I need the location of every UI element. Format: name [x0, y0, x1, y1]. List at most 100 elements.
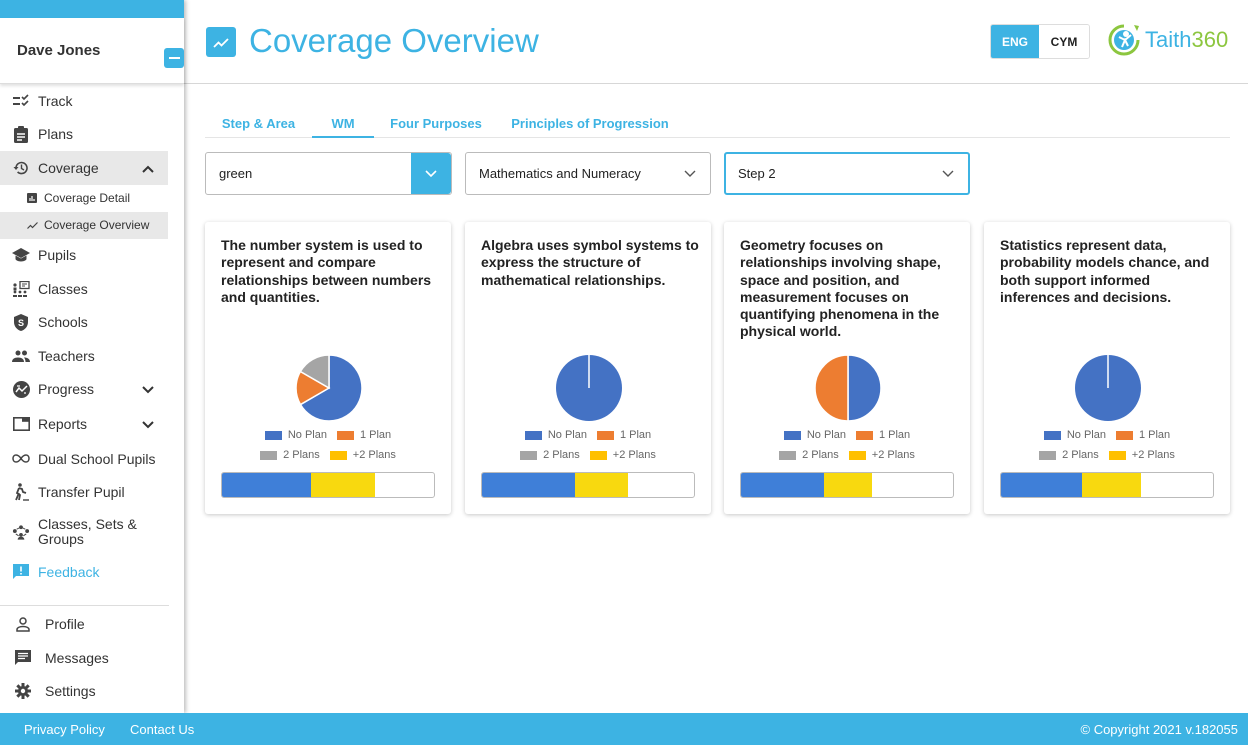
sidebar-item-teachers[interactable]: Teachers	[0, 339, 168, 373]
gear-icon	[14, 682, 32, 700]
sidebar-item-schools[interactable]: S Schools	[0, 306, 168, 340]
legend-row: 2 Plans +2 Plans	[984, 449, 1230, 461]
tab-wm[interactable]: WM	[312, 108, 374, 138]
sidebar-item-plans[interactable]: Plans	[0, 118, 168, 152]
chevron-down-icon[interactable]	[670, 153, 710, 194]
sidebar-item-coverage-detail[interactable]: Coverage Detail	[0, 185, 168, 212]
legend-swatch	[1043, 430, 1061, 440]
track-icon	[12, 92, 30, 110]
legend-row: No Plan 1 Plan	[465, 429, 711, 441]
sidebar-item-label: Profile	[45, 616, 85, 633]
pie-slice-no-plan	[847, 354, 882, 422]
sidebar-item-label: Coverage Overview	[44, 218, 150, 232]
legend-item[interactable]: No Plan	[1043, 429, 1106, 441]
chevron-down-icon[interactable]	[142, 416, 154, 432]
sidebar-item-reports[interactable]: Reports	[0, 406, 168, 442]
sidebar-item-label: Coverage Detail	[44, 191, 131, 205]
coverage-card: The number system is used to represent a…	[205, 222, 451, 514]
groups-icon	[12, 523, 30, 541]
legend-swatch	[596, 430, 614, 440]
legend-item[interactable]: 1 Plan	[336, 429, 392, 441]
progress-segment-yellow	[575, 473, 629, 497]
legend-label: No Plan	[547, 429, 587, 441]
area-select[interactable]: Mathematics and Numeracy	[465, 152, 711, 195]
legend-item[interactable]: +2 Plans	[589, 449, 656, 461]
sidebar-top-bar	[0, 0, 184, 18]
copyright-text: © Copyright 2021 v.182055	[1080, 722, 1239, 737]
chevron-down-icon[interactable]	[411, 153, 451, 194]
sidebar-item-label: Track	[38, 92, 73, 109]
legend-item[interactable]: 1 Plan	[596, 429, 651, 441]
legend-item[interactable]: 2 Plans	[779, 449, 839, 461]
sidebar-item-feedback[interactable]: Feedback	[0, 555, 168, 589]
sidebar-item-profile[interactable]: Profile	[0, 608, 168, 642]
chevron-down-icon[interactable]	[928, 154, 968, 193]
coverage-progress-bar	[1000, 472, 1214, 498]
sidebar-item-classes[interactable]: Classes	[0, 272, 168, 306]
legend-item[interactable]: 2 Plans	[520, 449, 580, 461]
legend-item[interactable]: +2 Plans	[848, 449, 915, 461]
legend-label: +2 Plans	[352, 449, 396, 461]
legend-item[interactable]: +2 Plans	[329, 449, 396, 461]
user-name: Dave Jones	[17, 42, 101, 59]
legend-item[interactable]: 2 Plans	[260, 449, 320, 461]
sidebar-item-classes-sets-groups[interactable]: Classes, Sets & Groups	[0, 509, 168, 555]
sidebar-item-progress[interactable]: Progress	[0, 373, 168, 407]
sidebar-item-settings[interactable]: Settings	[0, 675, 168, 709]
coverage-card: Geometry focuses on relationships involv…	[724, 222, 970, 514]
logo-text-360: 360	[1191, 27, 1229, 52]
sidebar-item-label: Classes	[38, 280, 88, 297]
sidebar-item-messages[interactable]: Messages	[0, 641, 168, 675]
progress-segment-yellow	[823, 473, 873, 497]
legend-item[interactable]: 1 Plan	[855, 429, 911, 441]
legend-swatch	[520, 450, 538, 460]
card-description: Algebra uses symbol systems to express t…	[481, 237, 699, 288]
sidebar-item-label: Settings	[45, 683, 96, 700]
legend-label: 2 Plans	[1062, 449, 1099, 461]
legend-item[interactable]: No Plan	[783, 429, 846, 441]
pie-chart	[1075, 355, 1141, 421]
sidebar-item-transfer-pupil[interactable]: Transfer Pupil	[0, 476, 168, 510]
legend-swatch	[855, 430, 873, 440]
group-select-value: green	[219, 166, 253, 181]
legend-row: 2 Plans +2 Plans	[205, 449, 451, 461]
coverage-card: Algebra uses symbol systems to express t…	[465, 222, 711, 514]
chevron-up-icon[interactable]	[142, 160, 154, 176]
legend-label: No Plan	[806, 429, 846, 441]
collapse-sidebar-button[interactable]	[164, 48, 184, 68]
legend-swatch	[589, 450, 607, 460]
clipboard-icon	[12, 125, 30, 143]
sidebar-item-label: Dual School Pupils	[38, 450, 156, 467]
tab-four-purposes[interactable]: Four Purposes	[374, 108, 498, 138]
legend-item[interactable]: 2 Plans	[1039, 449, 1099, 461]
tab-principles-of-progression[interactable]: Principles of Progression	[498, 108, 682, 138]
pie-chart	[295, 354, 363, 422]
privacy-policy-link[interactable]: Privacy Policy	[24, 722, 105, 737]
lang-eng-button[interactable]: ENG	[991, 25, 1039, 58]
sidebar-item-pupils[interactable]: Pupils	[0, 239, 168, 273]
sidebar: Dave Jones Track Plans Coverage Coverage…	[0, 0, 184, 713]
step-select[interactable]: Step 2	[724, 152, 970, 195]
group-select[interactable]: green	[205, 152, 452, 195]
progress-segment-yellow	[311, 473, 375, 497]
logo-icon	[1108, 24, 1140, 56]
message-icon	[14, 649, 32, 667]
legend-item[interactable]: 1 Plan	[1115, 429, 1170, 441]
legend-item[interactable]: No Plan	[524, 429, 587, 441]
sidebar-item-coverage-overview[interactable]: Coverage Overview	[0, 211, 168, 239]
contact-us-link[interactable]: Contact Us	[130, 722, 194, 737]
sidebar-item-track[interactable]: Track	[0, 84, 168, 118]
legend-item[interactable]: No Plan	[264, 429, 327, 441]
chevron-down-icon[interactable]	[142, 381, 154, 397]
sidebar-item-label: Pupils	[38, 247, 77, 264]
legend-item[interactable]: +2 Plans	[1108, 449, 1175, 461]
lang-cym-button[interactable]: CYM	[1039, 25, 1089, 58]
tab-step-area[interactable]: Step & Area	[205, 108, 312, 138]
legend-label: 1 Plan	[359, 429, 392, 441]
pie-chart	[814, 354, 882, 422]
legend-label: 1 Plan	[878, 429, 911, 441]
sidebar-item-coverage[interactable]: Coverage	[0, 151, 168, 185]
legend-label: 2 Plans	[802, 449, 839, 461]
sidebar-item-dual-school-pupils[interactable]: Dual School Pupils	[0, 442, 168, 476]
infinity-icon	[12, 450, 30, 468]
